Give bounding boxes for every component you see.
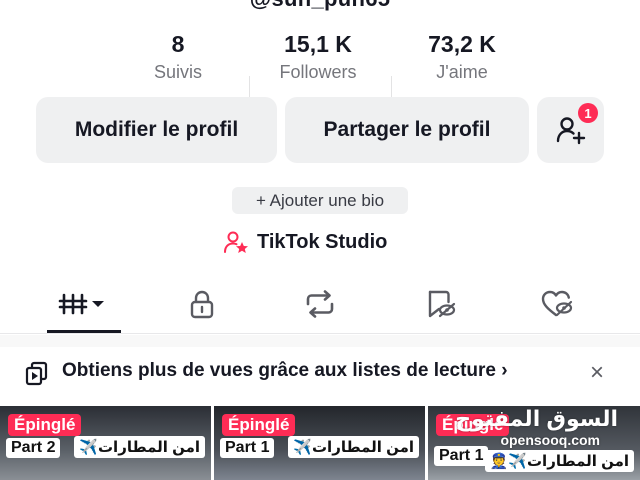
playlist-banner-text: Obtiens plus de vues grâce aux listes de… [62, 360, 508, 382]
lock-icon [190, 290, 214, 319]
stat-followers-value: 15,1 K [284, 31, 352, 57]
video-part-label: Part 1 [220, 438, 275, 458]
tab-videos[interactable] [44, 282, 124, 326]
stat-likes[interactable]: 73,2 K J'aime [382, 30, 542, 84]
stat-likes-label: J'aime [436, 62, 488, 82]
playlist-icon [25, 361, 48, 386]
video-caption: امن المطارات✈️👮 [484, 450, 634, 472]
video-thumbnail[interactable]: Épinglé Part 1 امن المطارات✈️ [214, 406, 425, 480]
liked-icon [541, 290, 573, 317]
video-thumbnail[interactable]: Épinglé Part 2 امن المطارات✈️ [0, 406, 211, 480]
tiktok-studio-link[interactable]: TikTok Studio [223, 228, 387, 256]
tab-reposts[interactable] [280, 282, 360, 326]
profile-tabs [0, 282, 640, 334]
profile-stats: 8 Suivis 15,1 K Followers 73,2 K J'aime [0, 30, 640, 98]
pinned-badge: Épinglé [8, 414, 82, 436]
tiktok-studio-label: TikTok Studio [257, 230, 388, 253]
video-thumbnail[interactable]: Épinglé Part 1 امن المطارات✈️👮 السوق الم… [428, 406, 640, 480]
share-profile-button[interactable]: Partager le profil [285, 97, 529, 163]
active-tab-indicator [47, 330, 121, 333]
video-part-label: Part 1 [434, 446, 489, 466]
video-part-label: Part 2 [6, 438, 61, 458]
tab-liked[interactable] [517, 282, 597, 326]
stat-followers-label: Followers [279, 62, 357, 82]
stat-following-value: 8 [171, 31, 185, 57]
stat-following[interactable]: 8 Suivis [98, 30, 258, 84]
saved-icon [428, 290, 456, 318]
section-separator [0, 335, 640, 347]
close-icon[interactable]: × [590, 361, 604, 385]
playlist-banner-message: Obtiens plus de vues grâce aux listes de… [62, 360, 497, 381]
add-friends-button[interactable]: 1 [537, 97, 604, 163]
watermark-url: opensooq.com [500, 432, 600, 448]
video-caption: امن المطارات✈️ [74, 436, 205, 458]
tab-private[interactable] [162, 282, 242, 326]
chevron-right-icon: › [501, 360, 508, 381]
grid-icon [58, 293, 104, 315]
watermark-logo: السوق المفتوح [455, 406, 618, 431]
add-bio-button[interactable]: + Ajouter une bio [232, 187, 408, 214]
profile-handle: @sun_pun65 [0, 0, 640, 12]
video-grid: Épinglé Part 2 امن المطارات✈️ Épinglé Pa… [0, 406, 640, 480]
studio-icon [224, 231, 248, 253]
pinned-badge: Épinglé [222, 414, 296, 436]
stat-following-label: Suivis [153, 62, 202, 82]
notification-badge: 1 [578, 103, 598, 123]
edit-profile-button[interactable]: Modifier le profil [36, 97, 277, 163]
tab-saved[interactable] [400, 282, 480, 326]
video-caption: امن المطارات✈️ [288, 436, 419, 458]
stat-likes-value: 73,2 K [428, 31, 496, 57]
playlist-banner[interactable]: Obtiens plus de vues grâce aux listes de… [0, 347, 640, 405]
stat-followers[interactable]: 15,1 K Followers [238, 30, 398, 84]
repost-icon [306, 290, 334, 318]
